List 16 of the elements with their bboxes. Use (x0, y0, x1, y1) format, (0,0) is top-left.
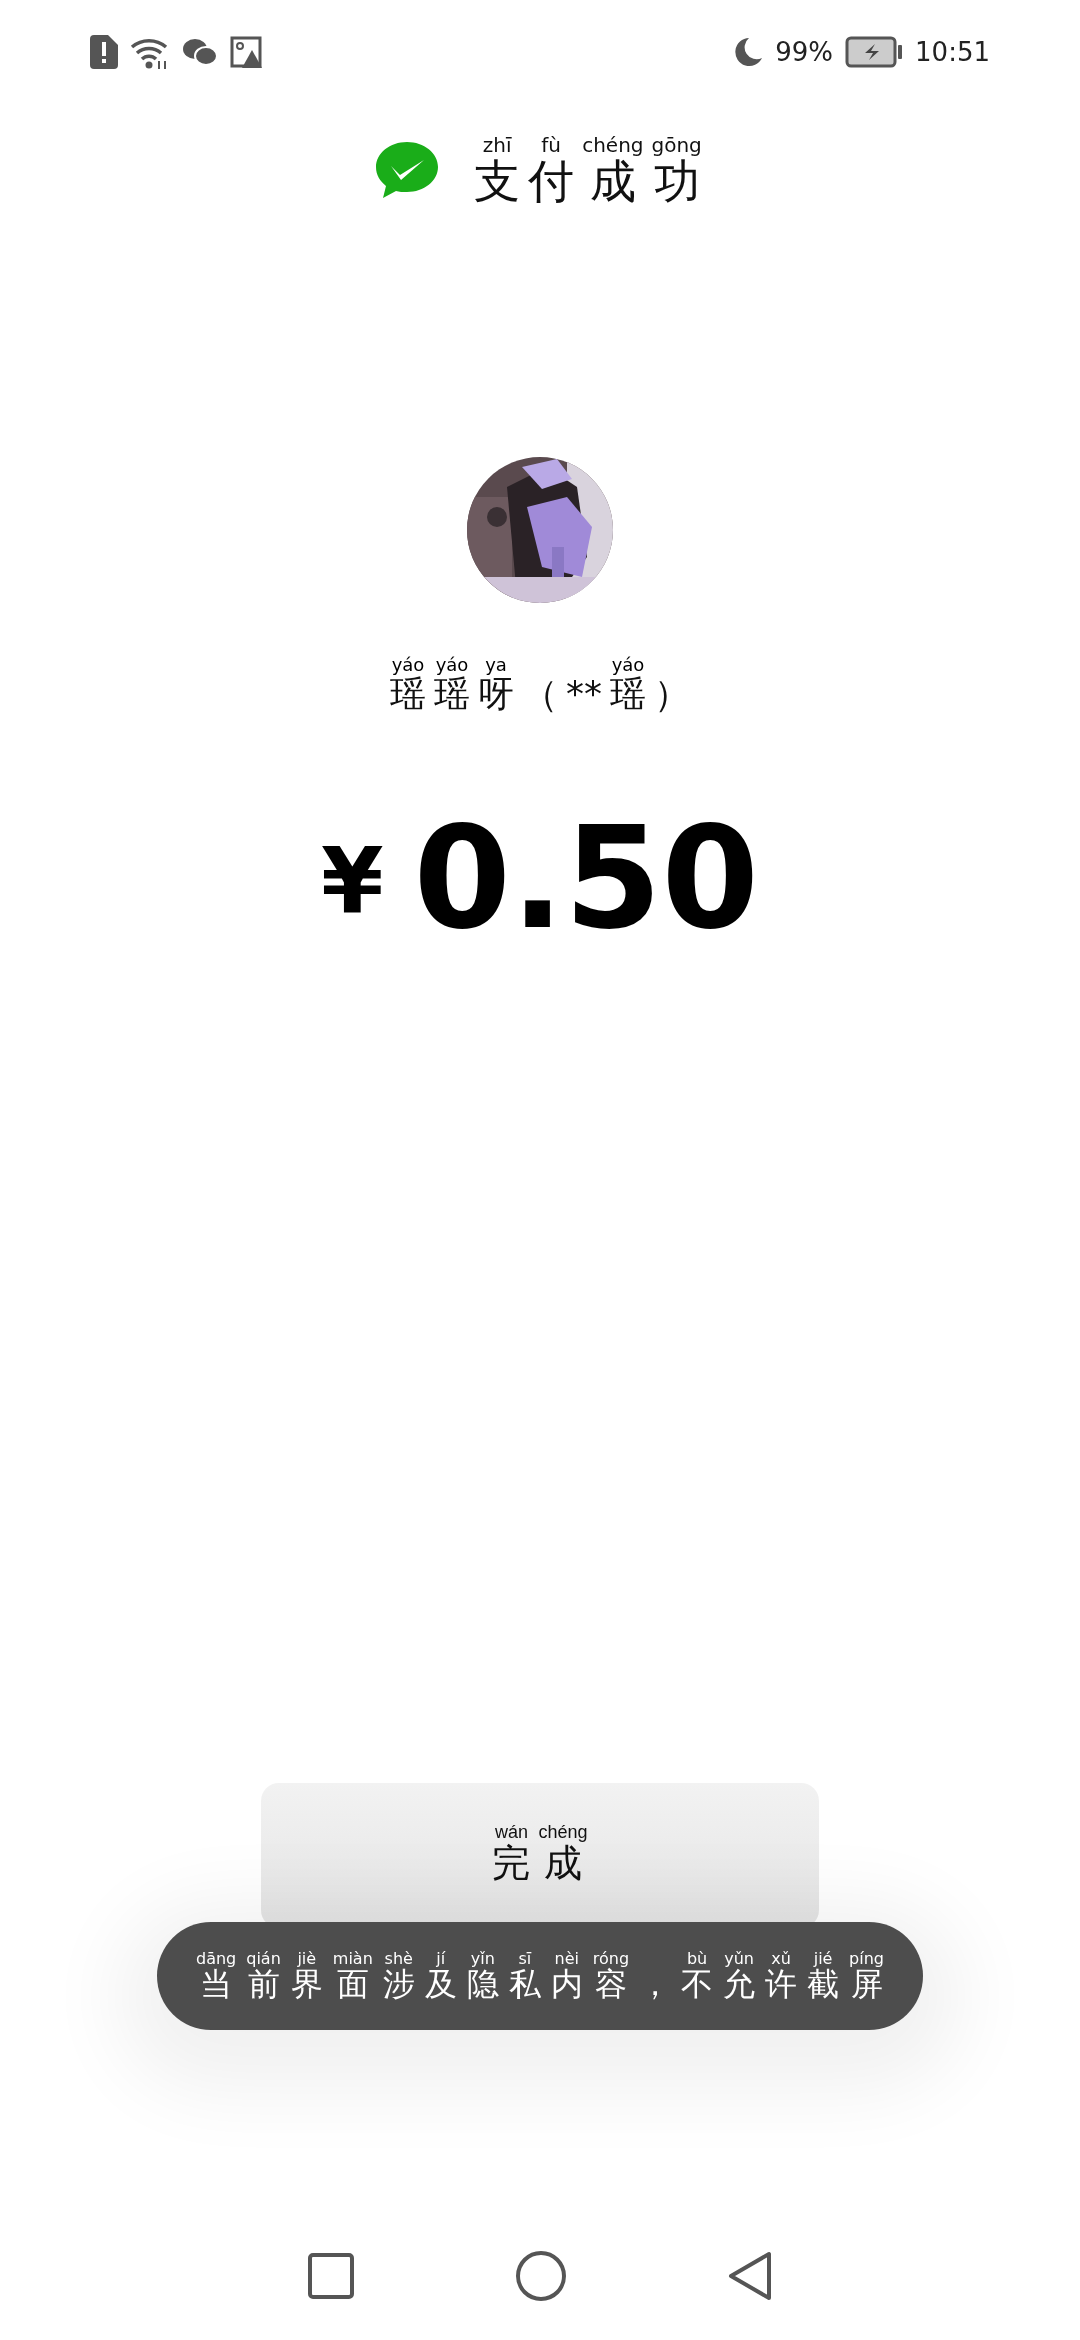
clock-time: 10:51 (915, 37, 990, 67)
currency-symbol: ¥ (320, 837, 384, 936)
alert-icon (90, 35, 118, 69)
chat-icon (182, 37, 218, 67)
recents-icon[interactable] (307, 2252, 355, 2300)
back-icon[interactable] (727, 2250, 773, 2302)
image-warning-icon (230, 36, 262, 68)
moon-icon (733, 36, 764, 68)
home-icon[interactable] (515, 2250, 567, 2302)
payee-name: yáo 瑶 yáo 瑶 ya 呀 （ ** yáo 瑶 ） (389, 654, 691, 714)
chat-check-logo-icon (374, 140, 441, 201)
battery-charging-icon (845, 36, 904, 68)
battery-percent: 99% (775, 37, 834, 67)
screenshot-blocked-toast: dāng 当 qián 前 jiè 界 miàn 面 shè 涉 jí 及 yǐn 隐 sī 私 nèi 内 róng 容 ， bù 不 yǔn 允 xǔ 许 jié 截 píng 屏 (157, 1922, 923, 2030)
payment-amount: 0.50 (413, 809, 759, 949)
payment-success-title: zhī 支 fù 付 chéng 成 gōng 功 (473, 134, 703, 207)
